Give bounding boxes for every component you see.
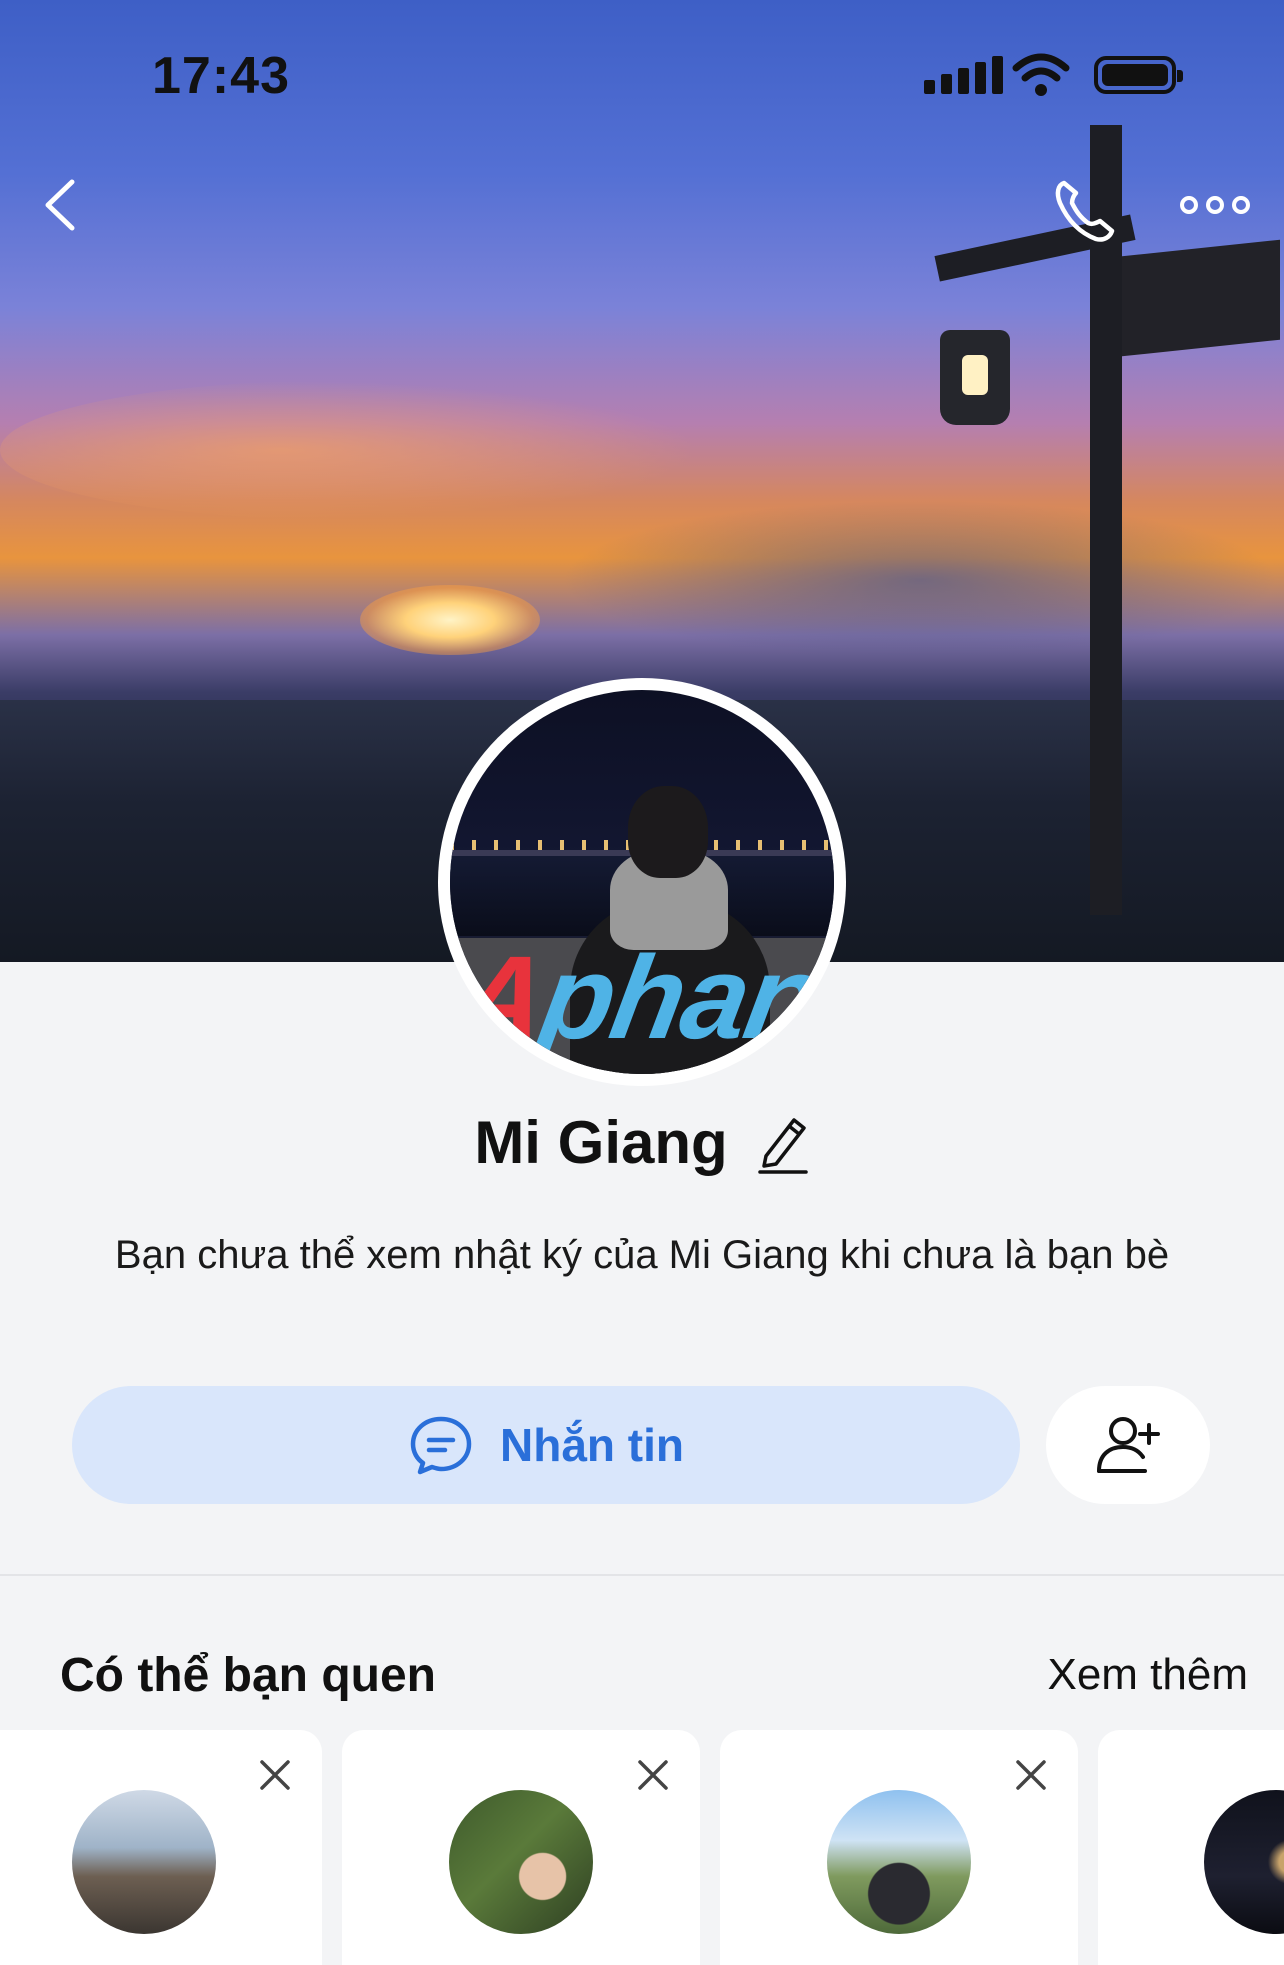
close-icon[interactable] bbox=[258, 1758, 292, 1792]
section-divider bbox=[0, 1574, 1284, 1576]
chat-bubble-icon bbox=[410, 1416, 472, 1475]
avatar[interactable]: Aphang bbox=[450, 690, 834, 1074]
status-time: 17:43 bbox=[152, 47, 290, 105]
suggestion-avatar[interactable] bbox=[827, 1790, 971, 1934]
suggestions-carousel[interactable] bbox=[0, 1730, 1284, 1965]
wifi-icon bbox=[1012, 53, 1070, 96]
phone-icon[interactable] bbox=[1050, 175, 1120, 245]
suggestion-avatar[interactable] bbox=[72, 1790, 216, 1934]
message-button-label: Nhắn tin bbox=[500, 1419, 684, 1471]
suggestions-title: Có thể bạn quen bbox=[60, 1649, 436, 1702]
suggestion-card[interactable] bbox=[0, 1730, 322, 1965]
back-icon[interactable] bbox=[36, 170, 86, 240]
add-friend-icon bbox=[1097, 1417, 1160, 1473]
close-icon[interactable] bbox=[636, 1758, 670, 1792]
see-more-link[interactable]: Xem thêm bbox=[1047, 1650, 1248, 1700]
suggestion-avatar[interactable] bbox=[449, 1790, 593, 1934]
profile-name: Mi Giang bbox=[474, 1109, 728, 1176]
suggestion-card[interactable] bbox=[1098, 1730, 1284, 1965]
suggestion-card[interactable] bbox=[720, 1730, 1078, 1965]
add-friend-button[interactable] bbox=[1046, 1386, 1210, 1504]
message-button[interactable]: Nhắn tin bbox=[72, 1386, 1020, 1504]
suggestion-avatar[interactable] bbox=[1204, 1790, 1284, 1934]
cellular-signal-icon bbox=[924, 56, 1003, 94]
more-icon[interactable] bbox=[1180, 185, 1260, 225]
profile-name-row: Mi Giang bbox=[0, 1108, 1284, 1177]
status-bar: 17:43 bbox=[0, 0, 1284, 150]
pencil-icon[interactable] bbox=[756, 1112, 810, 1174]
close-icon[interactable] bbox=[1014, 1758, 1048, 1792]
suggestion-card[interactable] bbox=[342, 1730, 700, 1965]
profile-description: Bạn chưa thể xem nhật ký của Mi Giang kh… bbox=[114, 1233, 1170, 1277]
avatar-watermark: Aphang bbox=[450, 932, 834, 1064]
battery-icon bbox=[1094, 56, 1183, 94]
